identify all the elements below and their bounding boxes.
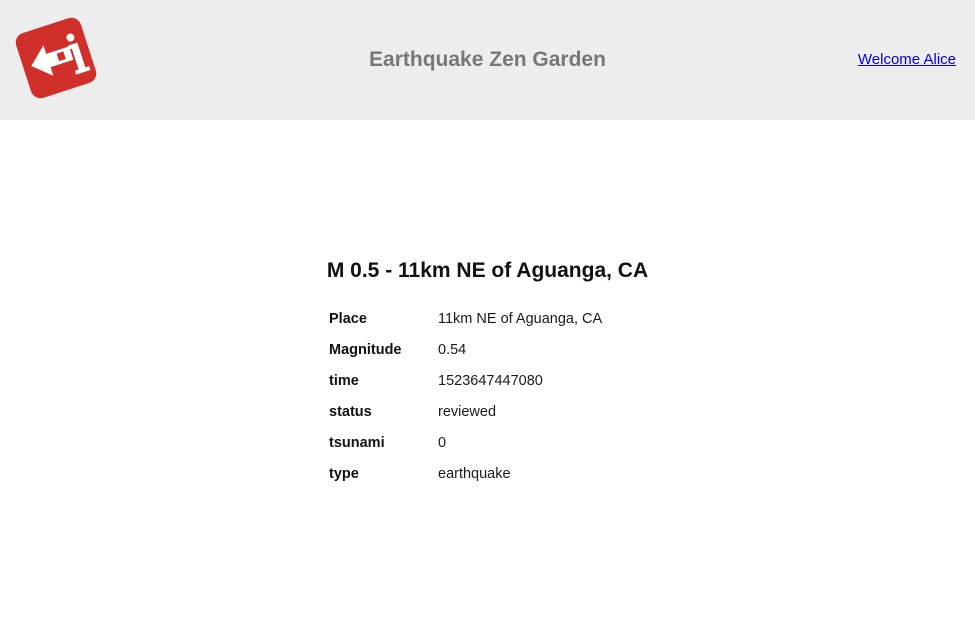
- detail-label: type: [329, 466, 359, 482]
- detail-label: tsunami: [329, 435, 385, 451]
- earthquake-title: M 0.5 - 11km NE of Aguanga, CA: [326, 259, 649, 282]
- detail-value: 0: [438, 435, 447, 451]
- detail-value: 0.54: [438, 342, 467, 358]
- detail-value: 11km NE of Aguanga, CA: [438, 311, 603, 327]
- app-header: Earthquake Zen Garden Welcome Alice: [0, 0, 975, 120]
- detail-row-tsunami: tsunami 0: [329, 428, 602, 459]
- detail-label: Magnitude: [329, 342, 402, 358]
- welcome-user-link[interactable]: Welcome Alice: [858, 51, 956, 69]
- detail-label: status: [329, 404, 372, 420]
- detail-value: 1523647447080: [438, 373, 543, 389]
- detail-row-magnitude: Magnitude 0.54: [329, 335, 602, 366]
- detail-label: time: [329, 373, 359, 389]
- detail-value: reviewed: [438, 404, 497, 420]
- detail-row-type: type earthquake: [329, 459, 602, 490]
- detail-label: Place: [329, 311, 367, 327]
- detail-row-place: Place 11km NE of Aguanga, CA: [329, 304, 602, 335]
- earthquake-details-table: Place 11km NE of Aguanga, CA Magnitude 0…: [329, 304, 602, 490]
- detail-row-status: status reviewed: [329, 397, 602, 428]
- detail-row-time: time 1523647447080: [329, 366, 602, 397]
- detail-value: earthquake: [438, 466, 511, 482]
- app-title: Earthquake Zen Garden: [369, 48, 606, 71]
